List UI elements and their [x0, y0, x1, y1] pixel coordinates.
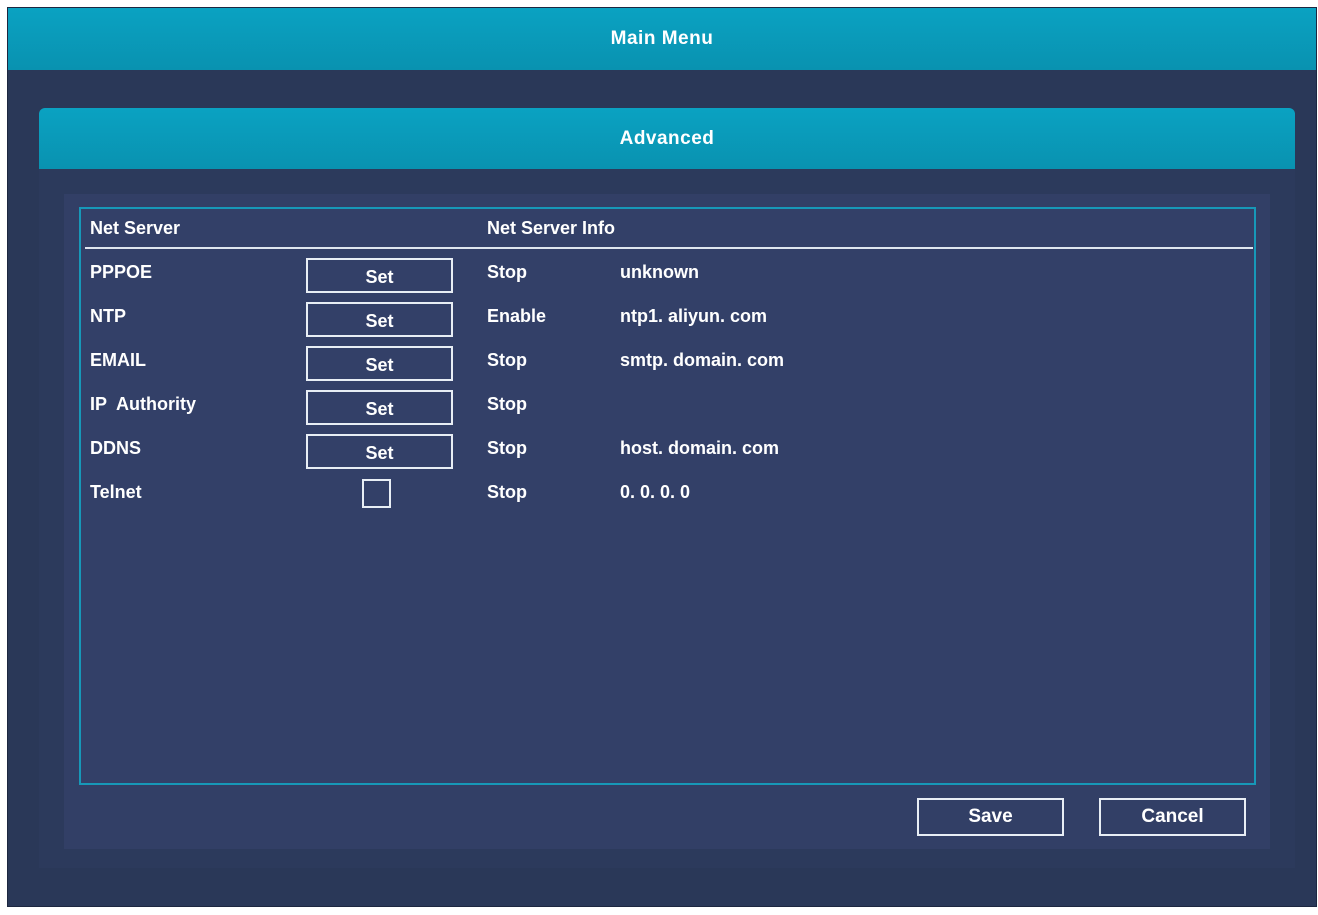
row-name: NTP — [90, 306, 126, 326]
row-status: Stop — [487, 482, 527, 502]
header-net-server-info: Net Server Info — [487, 218, 616, 238]
save-button[interactable]: Save — [917, 798, 1064, 836]
main-menu-window: Main Menu Advanced Net Server Net Server… — [7, 7, 1317, 907]
ddns-set-button[interactable]: Set — [306, 434, 453, 469]
table-row-ntp: NTP Set Enable ntp1. aliyun. com — [81, 298, 1251, 342]
telnet-enable-checkbox[interactable] — [362, 479, 391, 508]
main-menu-title: Main Menu — [610, 28, 714, 49]
pppoe-set-button[interactable]: Set — [306, 258, 453, 293]
row-info: 0. 0. 0. 0 — [620, 482, 691, 502]
advanced-dialog-header: Advanced — [39, 108, 1295, 169]
row-name: DDNS — [90, 438, 142, 458]
row-status: Enable — [487, 306, 547, 326]
advanced-dialog-title: Advanced — [619, 127, 715, 149]
table-row-pppoe: PPPOE Set Stop unknown — [81, 254, 1251, 298]
table-row-ddns: DDNS Set Stop host. domain. com — [81, 430, 1251, 474]
advanced-dialog: Advanced Net Server Net Server Info PPPO… — [39, 108, 1295, 868]
main-menu-header: Main Menu — [8, 8, 1316, 70]
ntp-set-button[interactable]: Set — [306, 302, 453, 337]
row-status: Stop — [487, 350, 527, 370]
table-row-ip-authority: IP Authority Set Stop — [81, 386, 1251, 430]
list-header-row: Net Server Net Server Info — [85, 209, 1253, 249]
dialog-body: Net Server Net Server Info PPPOE Set Sto… — [64, 194, 1270, 849]
email-set-button[interactable]: Set — [306, 346, 453, 381]
row-info: smtp. domain. com — [620, 350, 785, 370]
row-name: IP Authority — [90, 394, 197, 414]
row-name: PPPOE — [90, 262, 153, 282]
cancel-button[interactable]: Cancel — [1099, 798, 1246, 836]
row-status: Stop — [487, 394, 527, 414]
header-net-server: Net Server — [90, 218, 181, 238]
net-server-list: Net Server Net Server Info PPPOE Set Sto… — [79, 207, 1256, 785]
row-info: host. domain. com — [620, 438, 780, 458]
row-name: EMAIL — [90, 350, 146, 370]
ip-authority-set-button[interactable]: Set — [306, 390, 453, 425]
table-row-email: EMAIL Set Stop smtp. domain. com — [81, 342, 1251, 386]
row-info: ntp1. aliyun. com — [620, 306, 768, 326]
table-row-telnet: Telnet Stop 0. 0. 0. 0 — [81, 474, 1251, 518]
row-status: Stop — [487, 262, 527, 282]
row-name: Telnet — [90, 482, 142, 502]
row-info: unknown — [620, 262, 699, 282]
row-status: Stop — [487, 438, 527, 458]
